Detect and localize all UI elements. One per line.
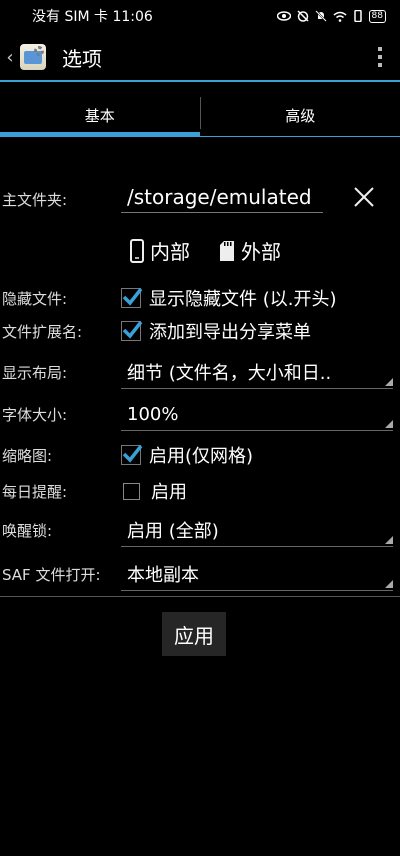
saf-open-label: SAF 文件打开: xyxy=(2,566,101,584)
saf-open-dropdown[interactable]: 本地副本 xyxy=(121,558,393,590)
daily-reminder-row: 每日提醒: 启用 xyxy=(0,478,400,504)
sd-card-icon xyxy=(220,240,234,261)
hidden-files-checkbox[interactable]: 显示隐藏文件 (以.开头) xyxy=(121,285,337,311)
external-storage-button[interactable]: 外部 xyxy=(219,236,281,265)
main-folder-row: 主文件夹: /storage/emulated xyxy=(0,183,400,215)
hidden-files-row: 隐藏文件: 显示隐藏文件 (以.开头) xyxy=(0,285,400,311)
back-arrow-icon[interactable]: ‹ xyxy=(2,47,18,68)
font-size-label: 字体大小: xyxy=(2,406,68,424)
display-layout-dropdown[interactable]: 细节 (文件名，大小和日.. xyxy=(121,356,393,388)
bottom-divider xyxy=(0,596,400,597)
file-extension-label: 文件扩展名: xyxy=(2,323,83,341)
apply-button[interactable]: 应用 xyxy=(162,612,226,656)
eye-icon xyxy=(276,11,291,21)
daily-reminder-label: 每日提醒: xyxy=(2,483,68,501)
display-layout-label: 显示布局: xyxy=(2,364,68,382)
phone-icon xyxy=(130,238,144,263)
tab-basic[interactable]: 基本 xyxy=(0,93,200,137)
checkbox-checked-icon xyxy=(121,444,143,465)
vibrate-icon xyxy=(353,10,362,22)
wifi-icon xyxy=(333,11,347,22)
app-icon[interactable] xyxy=(20,44,46,70)
battery-icon: 88 xyxy=(368,9,386,23)
bell-off-icon xyxy=(314,10,327,22)
app-bar-divider xyxy=(0,80,400,82)
checkbox-checked-icon xyxy=(121,287,143,308)
daily-reminder-checkbox[interactable]: 启用 xyxy=(121,478,187,504)
thumbnails-label: 缩略图: xyxy=(2,447,53,465)
saf-open-row: SAF 文件打开: 本地副本 xyxy=(0,558,400,590)
checkbox-unchecked-icon xyxy=(123,482,140,500)
wake-lock-row: 唤醒锁: 启用 (全部) xyxy=(0,514,400,546)
main-folder-input[interactable]: /storage/emulated xyxy=(121,183,323,213)
wake-lock-dropdown[interactable]: 启用 (全部) xyxy=(121,514,393,546)
status-icons: 88 xyxy=(276,9,386,23)
font-size-dropdown[interactable]: 100% xyxy=(121,398,393,430)
tab-advanced[interactable]: 高级 xyxy=(201,93,400,137)
main-folder-label: 主文件夹: xyxy=(2,191,68,209)
checkbox-checked-icon xyxy=(121,320,143,341)
overflow-menu-icon[interactable] xyxy=(360,47,400,67)
tab-bar: 基本 高级 xyxy=(0,93,400,137)
internal-storage-button[interactable]: 内部 xyxy=(130,236,190,265)
status-bar: 没有 SIM 卡 11:06 88 xyxy=(0,0,400,32)
file-extension-checkbox[interactable]: 添加到导出分享菜单 xyxy=(121,318,311,344)
thumbnails-row: 缩略图: 启用(仅网格) xyxy=(0,442,400,468)
wake-lock-label: 唤醒锁: xyxy=(2,522,53,540)
status-text: 没有 SIM 卡 11:06 xyxy=(32,9,153,25)
clear-icon[interactable] xyxy=(350,183,378,211)
page-title: 选项 xyxy=(62,46,102,71)
hidden-files-label: 隐藏文件: xyxy=(2,290,68,308)
font-size-row: 字体大小: 100% xyxy=(0,398,400,430)
thumbnails-checkbox[interactable]: 启用(仅网格) xyxy=(121,442,253,468)
tabs-divider xyxy=(0,136,400,137)
alarm-off-icon xyxy=(297,10,309,22)
app-bar: ‹ 选项 xyxy=(0,34,400,80)
file-extension-row: 文件扩展名: 添加到导出分享菜单 xyxy=(0,318,400,344)
display-layout-row: 显示布局: 细节 (文件名，大小和日.. xyxy=(0,356,400,388)
